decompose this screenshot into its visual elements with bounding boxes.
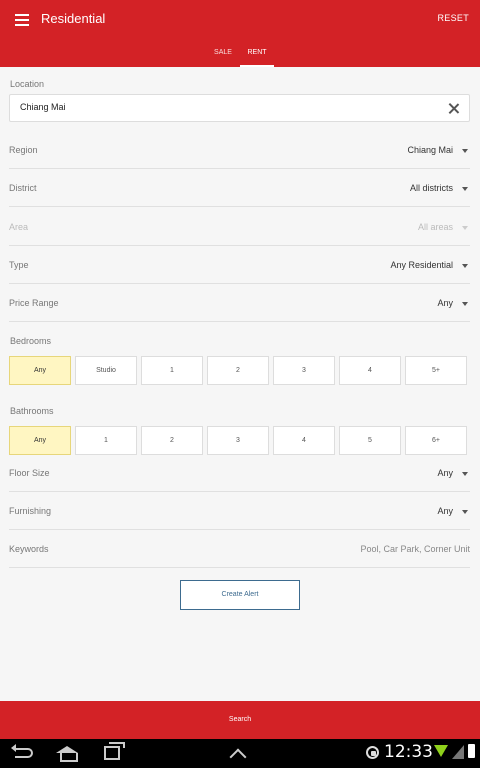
clear-icon[interactable]: [448, 103, 459, 114]
bathroom-option-6-plus[interactable]: 6+: [405, 426, 467, 455]
signal-icon: [452, 745, 464, 759]
bedroom-option-3[interactable]: 3: [273, 356, 335, 385]
keywords-field[interactable]: Keywords Pool, Car Park, Corner Unit: [9, 530, 470, 568]
page-title: Residential: [41, 11, 106, 26]
location-value: Chiang Mai: [20, 102, 66, 112]
home-icon[interactable]: [56, 746, 78, 762]
wifi-icon: [434, 745, 448, 757]
keywords-placeholder: Pool, Car Park, Corner Unit: [360, 544, 470, 554]
furnishing-label: Furnishing: [9, 506, 52, 516]
dropdown-arrow-icon: [462, 187, 468, 191]
tab-sale[interactable]: SALE: [206, 44, 240, 67]
dropdown-arrow-icon: [462, 226, 468, 230]
dropdown-arrow-icon: [462, 472, 468, 476]
floor-size-select[interactable]: Floor Size Any: [9, 454, 470, 492]
reset-button[interactable]: RESET: [437, 13, 469, 23]
floor-size-label: Floor Size: [9, 468, 50, 478]
district-value: All districts: [409, 183, 453, 193]
bedroom-option-2[interactable]: 2: [207, 356, 269, 385]
bedrooms-label: Bedrooms: [10, 336, 52, 346]
bathroom-option-5[interactable]: 5: [339, 426, 401, 455]
hamburger-menu-icon[interactable]: [15, 14, 29, 26]
district-select[interactable]: District All districts: [9, 169, 470, 207]
app-bar: Residential RESET SALE RENT: [0, 0, 480, 67]
dropdown-arrow-icon: [462, 510, 468, 514]
dropdown-arrow-icon: [462, 264, 468, 268]
bedrooms-options: Any Studio 1 2 3 4 5+: [9, 356, 471, 386]
furnishing-select[interactable]: Furnishing Any: [9, 492, 470, 530]
region-select[interactable]: Region Chiang Mai: [9, 131, 470, 169]
bedroom-option-any[interactable]: Any: [9, 356, 71, 385]
bedroom-option-5-plus[interactable]: 5+: [405, 356, 467, 385]
district-label: District: [9, 183, 37, 193]
type-value: Any Residential: [390, 260, 453, 270]
create-alert-button[interactable]: Create Alert: [180, 580, 300, 610]
region-value: Chiang Mai: [407, 145, 453, 155]
bedroom-option-1[interactable]: 1: [141, 356, 203, 385]
area-select: Area All areas: [9, 208, 470, 246]
price-range-select[interactable]: Price Range Any: [9, 284, 470, 322]
bedroom-option-studio[interactable]: Studio: [75, 356, 137, 385]
battery-icon: [468, 744, 475, 758]
bathroom-option-3[interactable]: 3: [207, 426, 269, 455]
bedroom-option-4[interactable]: 4: [339, 356, 401, 385]
back-icon[interactable]: [11, 744, 33, 758]
furnishing-value: Any: [437, 506, 453, 516]
dropdown-arrow-icon: [462, 302, 468, 306]
type-select[interactable]: Type Any Residential: [9, 246, 470, 284]
bathroom-option-4[interactable]: 4: [273, 426, 335, 455]
price-range-value: Any: [437, 298, 453, 308]
area-label: Area: [9, 222, 29, 232]
dropdown-arrow-icon: [462, 149, 468, 153]
bathroom-option-any[interactable]: Any: [9, 426, 71, 455]
recent-apps-icon[interactable]: [104, 742, 125, 760]
bathrooms-label: Bathrooms: [10, 406, 54, 416]
price-range-label: Price Range: [9, 298, 59, 308]
bathrooms-options: Any 1 2 3 4 5 6+: [9, 426, 471, 456]
listing-tabs: SALE RENT: [0, 44, 480, 67]
location-label: Location: [10, 79, 45, 89]
location-input[interactable]: Chiang Mai: [9, 94, 470, 122]
search-button[interactable]: Search: [0, 701, 480, 739]
clock: 12:33: [384, 742, 433, 762]
bathroom-option-2[interactable]: 2: [141, 426, 203, 455]
floor-size-value: Any: [437, 468, 453, 478]
bathroom-option-1[interactable]: 1: [75, 426, 137, 455]
chevron-up-icon[interactable]: [229, 748, 247, 766]
type-label: Type: [9, 260, 29, 270]
region-label: Region: [9, 145, 38, 155]
keywords-label: Keywords: [9, 544, 49, 554]
area-value: All areas: [417, 222, 453, 232]
tab-rent[interactable]: RENT: [240, 44, 274, 67]
status-indicator-icon: [366, 746, 379, 759]
